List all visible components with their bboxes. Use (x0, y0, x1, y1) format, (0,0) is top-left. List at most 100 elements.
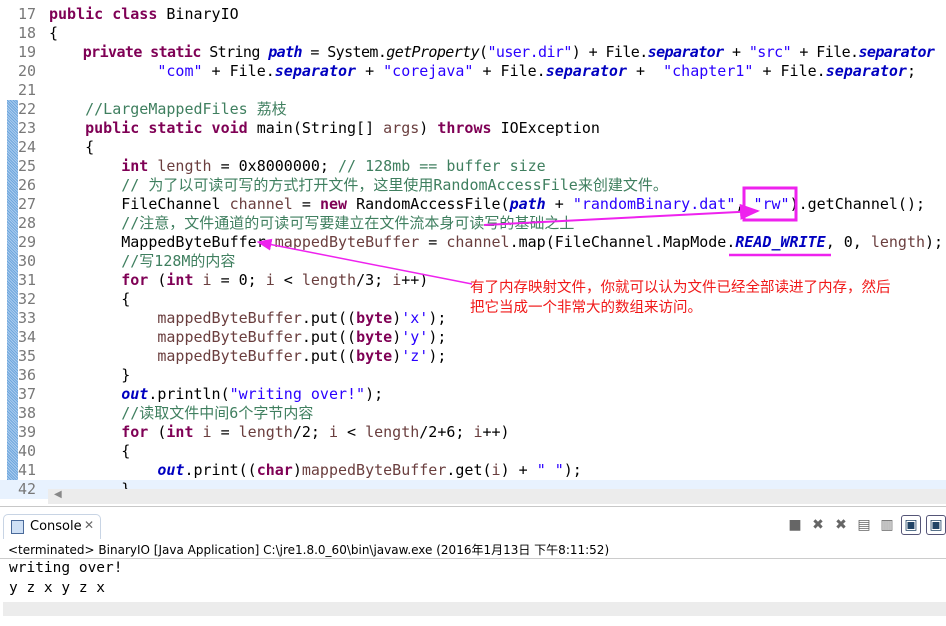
code-line[interactable]: 40 { (0, 442, 946, 461)
pin-console-icon[interactable]: ▣ (901, 515, 921, 535)
code-token: channel (229, 195, 293, 213)
code-line[interactable]: 38 //读取文件中间6个字节内容 (0, 404, 946, 423)
code-token: public static void (85, 119, 257, 137)
code-token: 'z' (401, 347, 429, 365)
code-text: { (49, 442, 130, 461)
code-token: READ_WRITE (735, 233, 826, 251)
code-text: } (49, 366, 130, 385)
code-token: /3; (356, 271, 393, 289)
code-line[interactable]: 24 { (0, 138, 946, 157)
code-token: FileChannel (49, 195, 230, 213)
code-line[interactable]: 19 private static String path = System.g… (0, 43, 946, 62)
code-line[interactable]: 17 public class BinaryIO (0, 5, 946, 24)
code-text: { (49, 24, 58, 43)
code-token: main(String[] (256, 119, 384, 137)
line-number: 26 (18, 176, 37, 194)
code-token: RandomAccessFile( (356, 195, 510, 213)
code-line[interactable]: 30 //写128M的内容 (0, 252, 946, 271)
remove-all-icon[interactable]: ✖ (832, 516, 850, 534)
code-token: ; (906, 62, 916, 80)
line-number: 33 (18, 309, 37, 327)
code-line[interactable]: 23 public static void main(String[] args… (0, 119, 946, 138)
scroll-lock-icon[interactable]: ▥ (878, 516, 896, 534)
code-line[interactable]: 34 mappedByteBuffer.put((byte)'y'); (0, 328, 946, 347)
line-number: 40 (18, 442, 37, 460)
console-status: <terminated> BinaryIO [Java Application]… (8, 543, 610, 557)
code-token: channel (446, 233, 510, 251)
divider (0, 558, 946, 559)
code-line[interactable]: 27 FileChannel channel = new RandomAcces… (0, 195, 946, 214)
code-token: "corejava" (383, 62, 474, 80)
code-token: = System. (301, 43, 387, 61)
code-line[interactable]: 35 mappedByteBuffer.put((byte)'z'); (0, 347, 946, 366)
annotation-line-2: 把它当成一个非常大的数组来访问。 (470, 300, 702, 316)
clear-console-icon[interactable]: ▤ (855, 516, 873, 534)
code-line[interactable]: 22 //LargeMappedFiles 荔枝 (0, 100, 946, 119)
code-line[interactable]: 26 // 为了以可读可写的方式打开文件，这里使用RandomAccessFil… (0, 176, 946, 195)
code-text: MappedByteBuffer mappedByteBuffer = chan… (49, 233, 943, 252)
code-token: ); (428, 309, 447, 327)
code-token: ++) (482, 423, 510, 441)
code-token: mappedByteBuffer (157, 347, 302, 365)
code-token: mappedByteBuffer (274, 233, 420, 251)
code-token: "writing over!" (229, 385, 366, 403)
code-token: "com" (157, 62, 203, 80)
code-line[interactable]: 29 MappedByteBuffer mappedByteBuffer = c… (0, 233, 946, 252)
code-token: i (265, 271, 275, 289)
line-number: 22 (18, 100, 37, 118)
code-token: String (209, 43, 269, 61)
code-token: { (49, 24, 59, 42)
code-line[interactable]: 18 { (0, 24, 946, 43)
console-panel-header: Console ✕ ■ ✖ ✖ ▤ ▥ ▣ ▣ (0, 512, 946, 539)
code-token: + File. (473, 62, 546, 80)
code-line[interactable]: 39 for (int i = length/2; i < length/2+6… (0, 423, 946, 442)
line-number: 19 (18, 43, 37, 61)
scroll-left-icon[interactable]: ◀ (54, 489, 62, 500)
console-toolbar: ■ ✖ ✖ ▤ ▥ ▣ ▣ (786, 515, 946, 535)
code-token: 'y' (401, 328, 429, 346)
remove-launch-icon[interactable]: ✖ (809, 516, 827, 534)
code-token: i (392, 271, 402, 289)
code-text: //LargeMappedFiles 荔枝 (49, 100, 287, 119)
code-token: + (627, 62, 664, 80)
tab-console[interactable]: Console ✕ (3, 514, 101, 539)
code-token: "chapter1" (663, 62, 754, 80)
code-line[interactable]: 25 int length = 0x8000000; // 128mb == b… (0, 157, 946, 176)
code-token: " " (536, 461, 564, 479)
editor-horizontal-scrollbar[interactable]: ◀ (48, 489, 946, 504)
code-line[interactable]: 41 out.print((char)mappedByteBuffer.get(… (0, 461, 946, 480)
code-token: + File. (791, 43, 859, 61)
code-token: .map(FileChannel.MapMode. (509, 233, 736, 251)
code-token: .print(( (184, 461, 257, 479)
code-token: int (121, 157, 158, 175)
code-text: mappedByteBuffer.put((byte)'z'); (49, 347, 446, 366)
code-token: getProperty (386, 43, 480, 61)
code-token: BinaryIO (166, 5, 239, 23)
code-line[interactable]: 20 "com" + File.separator + "corejava" +… (0, 62, 946, 81)
code-token: .put(( (301, 309, 357, 327)
code-line[interactable]: 37 out.println("writing over!"); (0, 385, 946, 404)
terminate-icon[interactable]: ■ (786, 516, 804, 534)
code-line[interactable]: 21 (0, 81, 946, 100)
display-console-icon[interactable]: ▣ (926, 515, 946, 535)
code-token: char (256, 461, 293, 479)
code-token: length (365, 423, 420, 441)
code-token: for (121, 423, 158, 441)
code-token: throws (437, 119, 501, 137)
code-editor[interactable]: 17 public class BinaryIO 18 {19 private sta… (0, 0, 946, 507)
code-token: byte (356, 347, 393, 365)
code-text: public static void main(String[] args) t… (49, 119, 600, 138)
code-token: path (509, 195, 546, 213)
code-token: //LargeMappedFiles 荔枝 (85, 100, 287, 118)
code-token: i (473, 423, 483, 441)
code-line[interactable]: 36 } (0, 366, 946, 385)
code-line[interactable]: 28 //注意，文件通道的可读可写要建立在文件流本身可读写的基础之上 (0, 214, 946, 233)
code-token: public class (49, 5, 167, 23)
console-horizontal-scrollbar[interactable] (3, 602, 946, 616)
close-tab-icon[interactable]: ✕ (84, 518, 94, 532)
